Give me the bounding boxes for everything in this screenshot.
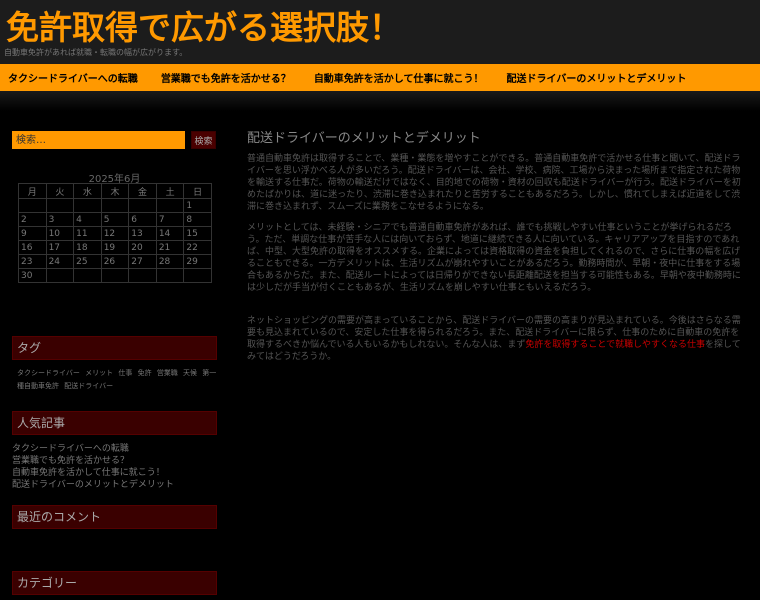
- nav-item-delivery[interactable]: 配送ドライバーのメリットとデメリット: [507, 70, 687, 85]
- tag-cloud: タクシードライバー メリット 仕事 免許 営業職 天候 第一種自動車免許 配送ド…: [17, 367, 217, 393]
- calendar-day: 1: [183, 198, 212, 213]
- popular-posts-list: タクシードライバーへの転職 営業職でも免許を活かせる？ 自動車免許を活かして仕事…: [12, 443, 217, 491]
- calendar-day: 17: [45, 240, 75, 255]
- search-input[interactable]: [12, 131, 185, 149]
- calendar-day: [183, 268, 212, 283]
- weekday-label: 金: [128, 183, 157, 199]
- calendar-day: [45, 268, 75, 283]
- calendar-day: 2: [18, 212, 47, 227]
- popular-post-link[interactable]: 営業職でも免許を活かせる？: [12, 455, 217, 467]
- calendar-day: 12: [100, 226, 130, 241]
- calendar-day: 9: [18, 226, 47, 241]
- calendar-day: [100, 198, 130, 213]
- calendar-week: 16 17 18 19 20 21 22: [18, 240, 212, 255]
- tags-widget-title: タグ: [12, 336, 217, 360]
- calendar-week: 23 24 25 26 27 28 29: [18, 254, 212, 269]
- nav-shadow: [0, 91, 760, 111]
- calendar-day: 26: [100, 254, 130, 269]
- calendar-day: 20: [128, 240, 157, 255]
- calendar-day: 3: [45, 212, 75, 227]
- post-paragraph: メリットとしては、未経験・シニアでも普通自動車免許があれば、誰でも挑戦しやすい仕…: [247, 223, 741, 293]
- nav-item-sales[interactable]: 営業職でも免許を活かせる？: [161, 70, 291, 85]
- calendar-day: 15: [183, 226, 212, 241]
- calendar-day: 28: [155, 254, 185, 269]
- calendar-day: 18: [73, 240, 102, 255]
- post-paragraph: ネットショッピングの需要が高まっていることから、配送ドライバーの需要の高まりが見…: [247, 315, 741, 363]
- tag-link[interactable]: 免許: [138, 369, 152, 377]
- search-button[interactable]: 検索: [191, 131, 216, 149]
- tag-link[interactable]: タクシードライバー: [17, 369, 80, 377]
- weekday-label: 日: [183, 183, 212, 199]
- calendar-day: [155, 268, 185, 283]
- calendar-day: 8: [183, 212, 212, 227]
- calendar-day: 25: [73, 254, 102, 269]
- calendar-day: [155, 198, 185, 213]
- popular-post-link[interactable]: 自動車免許を活かして仕事に就こう！: [12, 467, 217, 479]
- comments-widget-title: 最近のコメント: [12, 505, 217, 529]
- calendar-day: 24: [45, 254, 75, 269]
- calendar-day: 21: [155, 240, 185, 255]
- calendar-day: [73, 198, 102, 213]
- calendar-day: 29: [183, 254, 212, 269]
- calendar-day: [45, 198, 75, 213]
- main-nav: タクシードライバーへの転職 営業職でも免許を活かせる？ 自動車免許を活かして仕事…: [0, 64, 760, 91]
- calendar-day: 7: [155, 212, 185, 227]
- calendar-day: [18, 198, 47, 213]
- calendar-week: 30: [18, 268, 212, 283]
- site-description: 自動車免許があれば就職・転職の幅が広がります。: [4, 48, 188, 57]
- calendar-day: 6: [128, 212, 157, 227]
- tag-link[interactable]: 天候: [183, 369, 197, 377]
- weekday-label: 火: [45, 183, 75, 199]
- weekday-label: 木: [100, 183, 130, 199]
- site-header: 免許取得で広がる選択肢！ 自動車免許があれば就職・転職の幅が広がります。: [0, 0, 760, 64]
- weekday-label: 土: [155, 183, 185, 199]
- calendar-week: 2345678: [18, 212, 212, 227]
- nav-item-job[interactable]: 自動車免許を活かして仕事に就こう！: [314, 70, 484, 85]
- categories-widget-title: カテゴリー: [12, 571, 217, 595]
- calendar-day: 14: [155, 226, 185, 241]
- job-link[interactable]: 免許を取得することで就職しやすくなる仕事: [525, 340, 705, 350]
- calendar-week: 9 10 11 12 13 14 15: [18, 226, 212, 241]
- calendar-header-row: 月 火 水 木 金 土 日: [18, 183, 212, 199]
- tag-link[interactable]: 仕事: [118, 369, 132, 377]
- calendar-day: 19: [100, 240, 130, 255]
- calendar-day: [128, 198, 157, 213]
- calendar: 月 火 水 木 金 土 日 1 2345678 9 10 11 12 13 14 15 16…: [18, 183, 212, 283]
- weekday-label: 月: [18, 183, 47, 199]
- calendar-day: 27: [128, 254, 157, 269]
- calendar-day: 4: [73, 212, 102, 227]
- calendar-day: 11: [73, 226, 102, 241]
- calendar-day: [100, 268, 130, 283]
- popular-post-link[interactable]: 配送ドライバーのメリットとデメリット: [12, 479, 217, 491]
- calendar-day: 16: [18, 240, 47, 255]
- tag-link[interactable]: メリット: [85, 369, 113, 377]
- calendar-day: 10: [45, 226, 75, 241]
- calendar-day: 23: [18, 254, 47, 269]
- calendar-day: 13: [128, 226, 157, 241]
- calendar-day: [73, 268, 102, 283]
- post-title: 配送ドライバーのメリットとデメリット: [247, 131, 481, 146]
- site-title[interactable]: 免許取得で広がる選択肢！: [6, 1, 402, 49]
- calendar-day: 22: [183, 240, 212, 255]
- popular-post-link[interactable]: タクシードライバーへの転職: [12, 443, 217, 455]
- calendar-week: 1: [18, 198, 212, 213]
- tag-link[interactable]: 配送ドライバー: [64, 382, 113, 390]
- calendar-day: 5: [100, 212, 130, 227]
- calendar-day: 30: [18, 268, 47, 283]
- tag-link[interactable]: 営業職: [157, 369, 178, 377]
- nav-item-taxi[interactable]: タクシードライバーへの転職: [8, 70, 138, 85]
- popular-widget-title: 人気記事: [12, 411, 217, 435]
- post-paragraph: 普通自動車免許は取得することで、業種・業態を増やすことができる。普通自動車免許で…: [247, 154, 741, 212]
- calendar-day: [128, 268, 157, 283]
- weekday-label: 水: [73, 183, 102, 199]
